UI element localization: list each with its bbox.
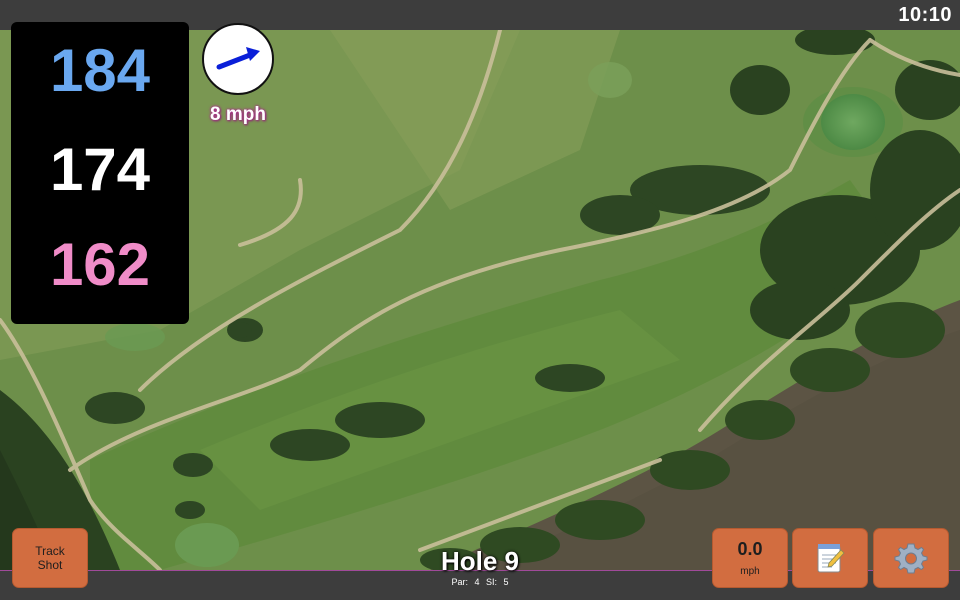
notepad-icon bbox=[817, 544, 845, 573]
hole-info: Par: 4 SI: 5 bbox=[380, 577, 580, 587]
gear-icon bbox=[894, 543, 928, 574]
par-label: Par: 4 bbox=[451, 577, 480, 587]
wind-indicator bbox=[202, 23, 274, 95]
track-shot-label-line1: Track bbox=[35, 544, 65, 558]
back-distance: 184 bbox=[49, 37, 151, 104]
speed-unit: mph bbox=[740, 566, 760, 577]
settings-button[interactable] bbox=[873, 528, 949, 588]
speed-value: 0.0 bbox=[737, 539, 763, 559]
track-shot-label-line2: Shot bbox=[37, 558, 63, 572]
distance-panel: 184 174 162 bbox=[11, 22, 189, 324]
clock-time: 10:10 bbox=[898, 4, 952, 26]
wind-speed-label: 8 mph bbox=[210, 104, 266, 125]
speed-button[interactable]: 0.0 mph bbox=[712, 528, 788, 588]
center-distance: 174 bbox=[49, 136, 151, 203]
scorecard-note-button[interactable] bbox=[792, 528, 868, 588]
track-shot-button[interactable]: Track Shot bbox=[12, 528, 88, 588]
wind-arrow-icon bbox=[216, 47, 260, 70]
front-distance: 162 bbox=[49, 231, 151, 298]
hole-title: Hole 9 bbox=[440, 546, 520, 576]
golf-gps-screen: 10:10 184 174 162 8 mph Track Shot Hole … bbox=[0, 0, 960, 600]
stroke-index-label: SI: 5 bbox=[486, 577, 509, 587]
